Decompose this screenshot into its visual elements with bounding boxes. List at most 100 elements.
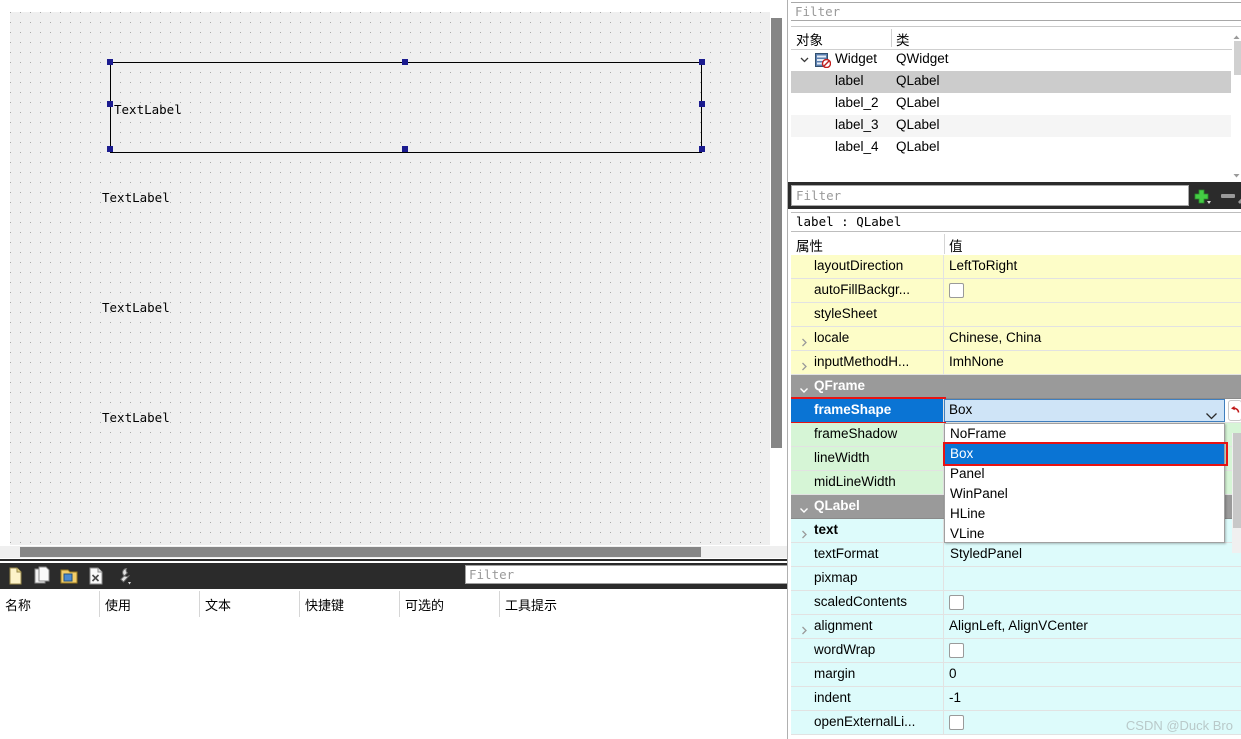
dropdown-option-vline[interactable]: VLine — [945, 524, 1224, 544]
property-name-cell[interactable]: wordWrap — [791, 639, 944, 662]
dropdown-option-winpanel[interactable]: WinPanel — [945, 484, 1224, 504]
chevron-right-icon[interactable] — [800, 622, 809, 635]
property-name-cell[interactable]: frameShadow — [791, 423, 944, 446]
selected-label-widget[interactable]: TextLabel — [110, 62, 702, 153]
scroll-down-arrow-icon[interactable] — [1232, 167, 1241, 178]
property-name-cell[interactable]: margin — [791, 663, 944, 686]
property-value-cell[interactable] — [944, 279, 1241, 302]
chevron-down-icon[interactable] — [800, 55, 809, 64]
resize-handle-sw[interactable] — [107, 146, 113, 152]
autofillbackground-checkbox[interactable] — [949, 283, 964, 298]
property-value-cell[interactable] — [944, 591, 1241, 614]
label-widget-3[interactable]: TextLabel — [102, 301, 170, 315]
property-column-header[interactable]: 属性 — [796, 235, 823, 255]
dropdown-option-noframe[interactable]: NoFrame — [945, 424, 1224, 444]
property-name-cell[interactable]: locale — [791, 327, 944, 350]
property-name-cell[interactable]: indent — [791, 687, 944, 710]
property-grid-scrollbar[interactable] — [1232, 433, 1241, 553]
object-column-header[interactable]: 对象 — [796, 29, 823, 49]
label-widget-2[interactable]: TextLabel — [102, 191, 170, 205]
property-value-cell[interactable]: -1 — [944, 687, 1241, 710]
action-column-checkable[interactable]: 可选的 — [400, 591, 500, 617]
property-grid[interactable]: 属性 值 layoutDirection LeftToRight autoFil… — [791, 233, 1241, 739]
chevron-right-icon[interactable] — [800, 526, 809, 539]
resize-handle-nw[interactable] — [107, 59, 113, 65]
resize-handle-se[interactable] — [699, 146, 705, 152]
action-filter-input[interactable]: Filter — [465, 565, 790, 584]
property-value-cell[interactable] — [944, 639, 1241, 662]
property-row-margin[interactable]: margin 0 — [791, 663, 1241, 687]
object-inspector-scroll-thumb[interactable] — [1234, 41, 1241, 75]
property-name-cell[interactable]: frameShape — [791, 399, 944, 422]
frameshape-combobox[interactable]: Box — [944, 399, 1225, 422]
property-value-cell[interactable]: ImhNone — [944, 351, 1241, 374]
property-name-cell[interactable]: scaledContents — [791, 591, 944, 614]
form-editor-pane[interactable]: TextLabel TextLabel TextLabel TextLabel — [0, 0, 787, 558]
property-value-cell[interactable] — [944, 567, 1241, 590]
property-value-cell[interactable]: LeftToRight — [944, 255, 1241, 278]
resize-handle-w[interactable] — [107, 101, 113, 107]
canvas-horizontal-scroll-thumb[interactable] — [20, 547, 701, 557]
action-column-text[interactable]: 文本 — [200, 591, 300, 617]
property-name-cell[interactable]: alignment — [791, 615, 944, 638]
resize-handle-ne[interactable] — [699, 59, 705, 65]
property-value-cell[interactable]: 0 — [944, 663, 1241, 686]
resize-handle-n[interactable] — [402, 59, 408, 65]
reset-property-button[interactable] — [1228, 400, 1241, 421]
dropdown-option-styledpanel[interactable]: StyledPanel — [945, 544, 1224, 564]
tree-row-label-4[interactable]: label_4 QLabel — [791, 137, 1231, 159]
chevron-down-icon[interactable] — [1205, 407, 1218, 420]
canvas-vertical-scrollbar[interactable] — [770, 0, 782, 545]
delete-action-icon[interactable] — [84, 564, 108, 588]
property-name-cell[interactable]: midLineWidth — [791, 471, 944, 494]
form-canvas[interactable]: TextLabel TextLabel TextLabel TextLabel — [10, 12, 772, 545]
property-row-styleSheet[interactable]: styleSheet — [791, 303, 1241, 327]
property-name-cell[interactable]: openExternalLi... — [791, 711, 944, 734]
copy-action-icon[interactable] — [30, 564, 54, 588]
object-inspector-scrollbar[interactable] — [1232, 27, 1241, 179]
property-row-frameShape[interactable]: frameShape Box NoFrame Box Panel WinPane… — [791, 397, 1241, 561]
label-widget-4[interactable]: TextLabel — [102, 411, 170, 425]
property-name-cell[interactable]: textFormat — [791, 543, 944, 566]
canvas-horizontal-scrollbar[interactable] — [0, 546, 787, 558]
scaledcontents-checkbox[interactable] — [949, 595, 964, 610]
property-row-autoFillBackground[interactable]: autoFillBackgr... — [791, 279, 1241, 303]
action-column-shortcut[interactable]: 快捷键 — [300, 591, 400, 617]
resize-handle-e[interactable] — [699, 101, 705, 107]
property-value-cell[interactable]: Chinese, China — [944, 327, 1241, 350]
property-name-cell[interactable]: styleSheet — [791, 303, 944, 326]
action-column-name[interactable]: 名称 — [0, 591, 100, 617]
chevron-down-icon[interactable] — [799, 502, 809, 513]
property-section-qframe[interactable]: QFrame — [791, 375, 1241, 399]
chevron-right-icon[interactable] — [800, 334, 809, 347]
tree-row-label-2[interactable]: label_2 QLabel — [791, 93, 1231, 115]
configure-icon[interactable] — [111, 564, 135, 588]
dropdown-option-box[interactable]: Box — [945, 444, 1224, 464]
dropdown-option-panel[interactable]: Panel — [945, 464, 1224, 484]
property-row-locale[interactable]: locale Chinese, China — [791, 327, 1241, 351]
action-column-tooltip[interactable]: 工具提示 — [500, 591, 790, 617]
openexternallinks-checkbox[interactable] — [949, 715, 964, 730]
property-filter-input[interactable]: Filter — [791, 185, 1189, 206]
resize-handle-s[interactable] — [402, 146, 408, 152]
class-column-header[interactable]: 类 — [896, 29, 910, 49]
chevron-right-icon[interactable] — [800, 358, 809, 371]
add-property-button[interactable] — [1192, 186, 1214, 206]
property-row-scaledContents[interactable]: scaledContents — [791, 591, 1241, 615]
new-action-icon[interactable] — [3, 564, 27, 588]
scroll-up-arrow-icon[interactable] — [1232, 29, 1241, 39]
property-name-cell[interactable]: pixmap — [791, 567, 944, 590]
canvas-vertical-scroll-thumb[interactable] — [771, 18, 782, 448]
dropdown-option-hline[interactable]: HLine — [945, 504, 1224, 524]
object-inspector-filter-input[interactable]: Filter — [791, 2, 1241, 21]
property-name-cell[interactable]: text — [791, 519, 944, 542]
property-settings-icon[interactable] — [1236, 186, 1241, 206]
edit-action-icon[interactable] — [57, 564, 81, 588]
action-column-used[interactable]: 使用 — [100, 591, 200, 617]
property-name-cell[interactable]: layoutDirection — [791, 255, 944, 278]
property-name-cell[interactable]: lineWidth — [791, 447, 944, 470]
property-grid-scroll-thumb[interactable] — [1233, 433, 1241, 528]
property-name-cell[interactable]: inputMethodH... — [791, 351, 944, 374]
object-inspector-tree[interactable]: 对象 类 Widget QWidget label QLabel label_2… — [791, 26, 1241, 179]
property-name-cell[interactable]: autoFillBackgr... — [791, 279, 944, 302]
